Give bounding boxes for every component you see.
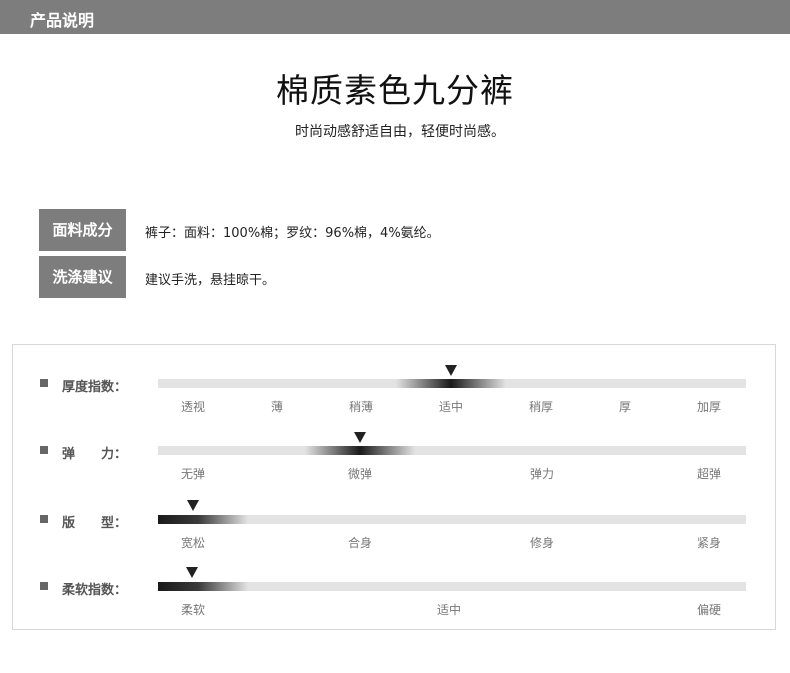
bullet-icon [40,515,48,523]
scale-tick-label: 厚 [618,400,632,414]
info-value-wash: 建议手洗，悬挂晾干。 [145,273,276,288]
scale-tick-label: 薄 [270,400,284,414]
section-header-title: 产品说明 [30,11,95,30]
scale-tick-label: 适中 [438,400,464,414]
scale-tick-label: 稍薄 [348,400,374,414]
section-header: 产品说明 [0,0,790,34]
metric-label-thickness: 厚度指数： [62,380,128,395]
bullet-icon [40,379,48,387]
scale-tick-label: 无弹 [180,467,206,481]
scale-tick-label: 加厚 [696,400,722,414]
selected-level-highlight [158,515,248,524]
scale-tick-label: 合身 [347,536,373,550]
scale-tick-label: 修身 [529,536,555,550]
metric-track-thickness [158,379,746,388]
marker-triangle-icon [187,500,199,511]
metric-track-softness [158,582,746,591]
marker-triangle-icon [354,432,366,443]
scale-tick-label: 微弹 [347,467,373,481]
selected-level-highlight [305,446,415,455]
bullet-icon [40,582,48,590]
scale-tick-label: 透视 [180,400,206,414]
selected-level-highlight [396,379,506,388]
scale-tick-label: 紧身 [696,536,722,550]
product-tagline: 时尚动感舒适自由，轻便时尚感。 [295,124,505,140]
bullet-icon [40,446,48,454]
info-label-fabric: 面料成分 [39,209,126,251]
metric-label-softness: 柔软指数： [62,583,128,598]
scale-tick-label: 适中 [436,603,462,617]
scale-tick-label: 稍厚 [528,400,554,414]
metric-label-fit: 版 型： [62,516,128,531]
marker-triangle-icon [186,567,198,578]
scale-tick-label: 偏硬 [696,603,722,617]
marker-triangle-icon [445,365,457,376]
scale-tick-label: 弹力 [529,467,555,481]
info-value-fabric: 裤子：面料：100%棉；罗纹：96%棉，4%氨纶。 [145,226,440,241]
selected-level-highlight [158,582,248,591]
scale-tick-label: 超弹 [696,467,722,481]
scale-tick-label: 宽松 [180,536,206,550]
metric-track-fit [158,515,746,524]
product-title: 棉质素色九分裤 [276,71,514,110]
info-label-wash: 洗涤建议 [39,256,126,298]
scale-tick-label: 柔软 [180,603,206,617]
metric-label-elasticity: 弹 力： [62,447,128,462]
metric-track-elasticity [158,446,746,455]
